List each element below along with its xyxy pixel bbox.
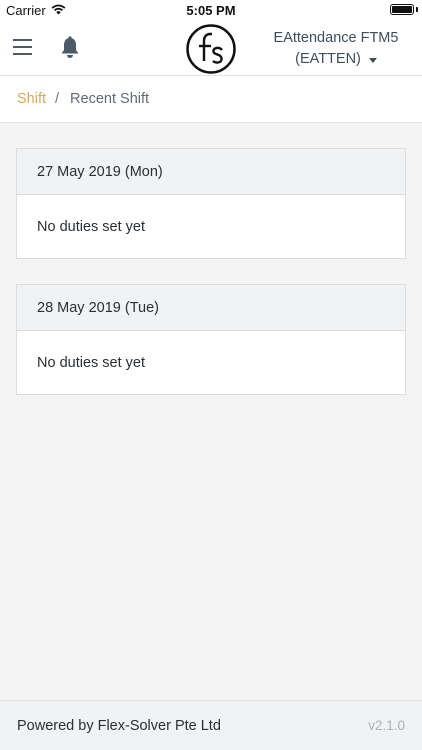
breadcrumb: Shift / Recent Shift xyxy=(0,76,422,123)
org-code-row: (EATTEN) xyxy=(266,49,406,70)
status-bar: Carrier 5:05 PM xyxy=(0,0,422,20)
footer: Powered by Flex-Solver Pte Ltd v2.1.0 xyxy=(0,700,422,750)
day-card-body: No duties set yet xyxy=(17,331,405,394)
hamburger-menu-icon[interactable] xyxy=(13,39,32,55)
no-duties-message: No duties set yet xyxy=(37,354,145,371)
fs-logo-icon[interactable] xyxy=(185,23,237,75)
breadcrumb-current: Recent Shift xyxy=(70,91,150,107)
day-date: 27 May 2019 (Mon) xyxy=(37,163,163,180)
app-header: EAttendance FTM5 (EATTEN) xyxy=(0,20,422,76)
day-card-header: 28 May 2019 (Tue) xyxy=(17,285,405,331)
day-date: 28 May 2019 (Tue) xyxy=(37,299,159,316)
battery-level xyxy=(392,6,412,13)
org-code: (EATTEN) xyxy=(295,51,361,67)
battery-tip xyxy=(416,7,418,12)
bell-icon[interactable] xyxy=(59,36,81,60)
day-card-body: No duties set yet xyxy=(17,195,405,258)
org-name: EAttendance FTM5 xyxy=(273,30,399,46)
powered-by-text: Powered by Flex-Solver Pte Ltd xyxy=(17,717,221,734)
day-card: 28 May 2019 (Tue) No duties set yet xyxy=(16,284,406,395)
status-time: 5:05 PM xyxy=(186,3,236,18)
day-card: 27 May 2019 (Mon) No duties set yet xyxy=(16,148,406,259)
breadcrumb-separator: / xyxy=(55,91,60,107)
organization-selector[interactable]: EAttendance FTM5 (EATTEN) xyxy=(266,28,406,70)
battery-icon xyxy=(390,4,414,15)
caret-down-icon xyxy=(368,57,377,63)
app-version: v2.1.0 xyxy=(368,718,405,733)
day-card-header: 27 May 2019 (Mon) xyxy=(17,149,405,195)
no-duties-message: No duties set yet xyxy=(37,218,145,235)
breadcrumb-shift-link[interactable]: Shift xyxy=(17,91,46,107)
